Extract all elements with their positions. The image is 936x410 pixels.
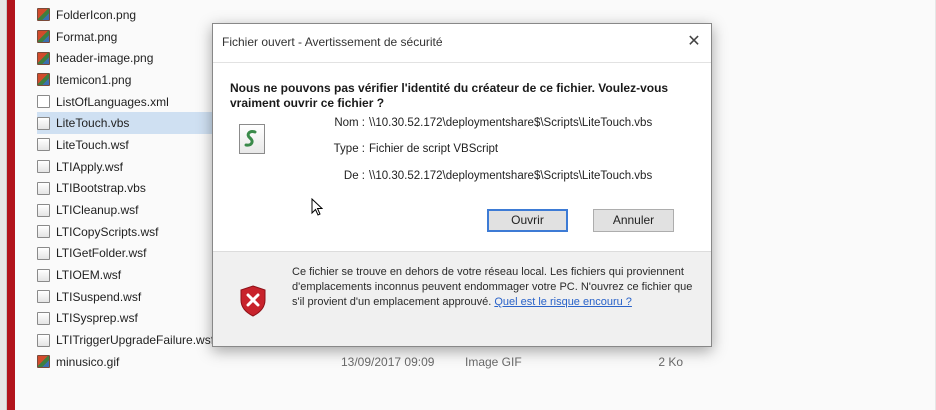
vbscript-file-icon bbox=[239, 124, 265, 154]
script-file-icon bbox=[37, 246, 50, 260]
xml-file-icon bbox=[37, 95, 50, 109]
image-file-icon bbox=[37, 73, 50, 87]
background-stripe bbox=[7, 0, 15, 410]
from-value: \\10.30.52.172\deploymentshare$\Scripts\… bbox=[369, 170, 653, 182]
info-message: Ce fichier se trouve en dehors de votre … bbox=[292, 265, 702, 310]
type-value: Fichier de script VBScript bbox=[369, 143, 499, 155]
dialog-divider bbox=[213, 251, 711, 252]
script-file-icon bbox=[37, 181, 50, 195]
dialog-body: Nous ne pouvons pas vérifier l'identité … bbox=[213, 63, 711, 251]
script-file-icon bbox=[37, 160, 50, 174]
file-size: 2 Ko bbox=[658, 354, 683, 369]
warning-message: Nous ne pouvons pas vérifier l'identité … bbox=[230, 81, 669, 110]
file-name: LTIGetFolder.wsf bbox=[56, 246, 147, 261]
security-warning-dialog: Fichier ouvert - Avertissement de sécuri… bbox=[212, 23, 712, 347]
mouse-cursor-icon bbox=[311, 198, 323, 216]
name-label: Nom : bbox=[334, 117, 365, 129]
file-name: FolderIcon.png bbox=[56, 7, 137, 22]
image-file-icon bbox=[37, 8, 50, 22]
file-name: Format.png bbox=[56, 29, 118, 44]
image-file-icon bbox=[37, 355, 50, 369]
file-name: LiteTouch.vbs bbox=[56, 116, 130, 131]
file-name: LiteTouch.wsf bbox=[56, 137, 129, 152]
file-name: header-image.png bbox=[56, 51, 154, 66]
dialog-title: Fichier ouvert - Avertissement de sécuri… bbox=[222, 35, 443, 49]
cancel-button[interactable]: Annuler bbox=[593, 209, 674, 232]
open-button[interactable]: Ouvrir bbox=[487, 209, 568, 232]
file-name: LTISysprep.wsf bbox=[56, 311, 138, 326]
desktop-screen: FolderIcon.png Format.png header-image.png… bbox=[6, 0, 935, 410]
file-type: Image GIF bbox=[465, 354, 522, 369]
script-file-icon bbox=[37, 203, 50, 217]
type-label: Type : bbox=[333, 143, 365, 155]
file-name: LTISuspend.wsf bbox=[56, 289, 142, 304]
script-file-icon bbox=[37, 116, 50, 130]
file-name: LTICleanup.wsf bbox=[56, 203, 139, 218]
file-name: LTIBootstrap.vbs bbox=[56, 181, 146, 196]
file-date: 13/09/2017 09:09 bbox=[341, 354, 435, 369]
file-name: LTIApply.wsf bbox=[56, 159, 123, 174]
script-file-icon bbox=[37, 138, 50, 152]
file-name: LTIOEM.wsf bbox=[56, 268, 122, 283]
file-row[interactable]: LiteTouch.vbs bbox=[37, 112, 222, 135]
script-file-icon bbox=[37, 333, 50, 347]
info-text: Ce fichier se trouve en dehors de votre … bbox=[292, 266, 693, 308]
security-shield-icon bbox=[240, 285, 266, 317]
image-file-icon bbox=[37, 51, 50, 65]
script-file-icon bbox=[37, 225, 50, 239]
from-label: De : bbox=[343, 170, 365, 182]
name-value: \\10.30.52.172\deploymentshare$\Scripts\… bbox=[369, 117, 653, 129]
file-name: Itemicon1.png bbox=[56, 72, 132, 87]
close-icon[interactable]: ✕ bbox=[681, 30, 707, 54]
file-name: LTICopyScripts.wsf bbox=[56, 224, 159, 239]
script-file-icon bbox=[37, 290, 50, 304]
script-file-icon bbox=[37, 268, 50, 282]
risk-link[interactable]: Quel est le risque encouru ? bbox=[494, 296, 632, 308]
file-name: minusico.gif bbox=[56, 354, 120, 369]
image-file-icon bbox=[37, 30, 50, 44]
script-file-icon bbox=[37, 311, 50, 325]
dialog-titlebar: Fichier ouvert - Avertissement de sécuri… bbox=[213, 24, 711, 63]
file-row[interactable]: minusico.gif 13/09/2017 09:09 Image GIF 2 K… bbox=[37, 351, 936, 373]
file-name: ListOfLanguages.xml bbox=[56, 94, 169, 109]
file-name: LTITriggerUpgradeFailure.wsf bbox=[56, 333, 215, 348]
